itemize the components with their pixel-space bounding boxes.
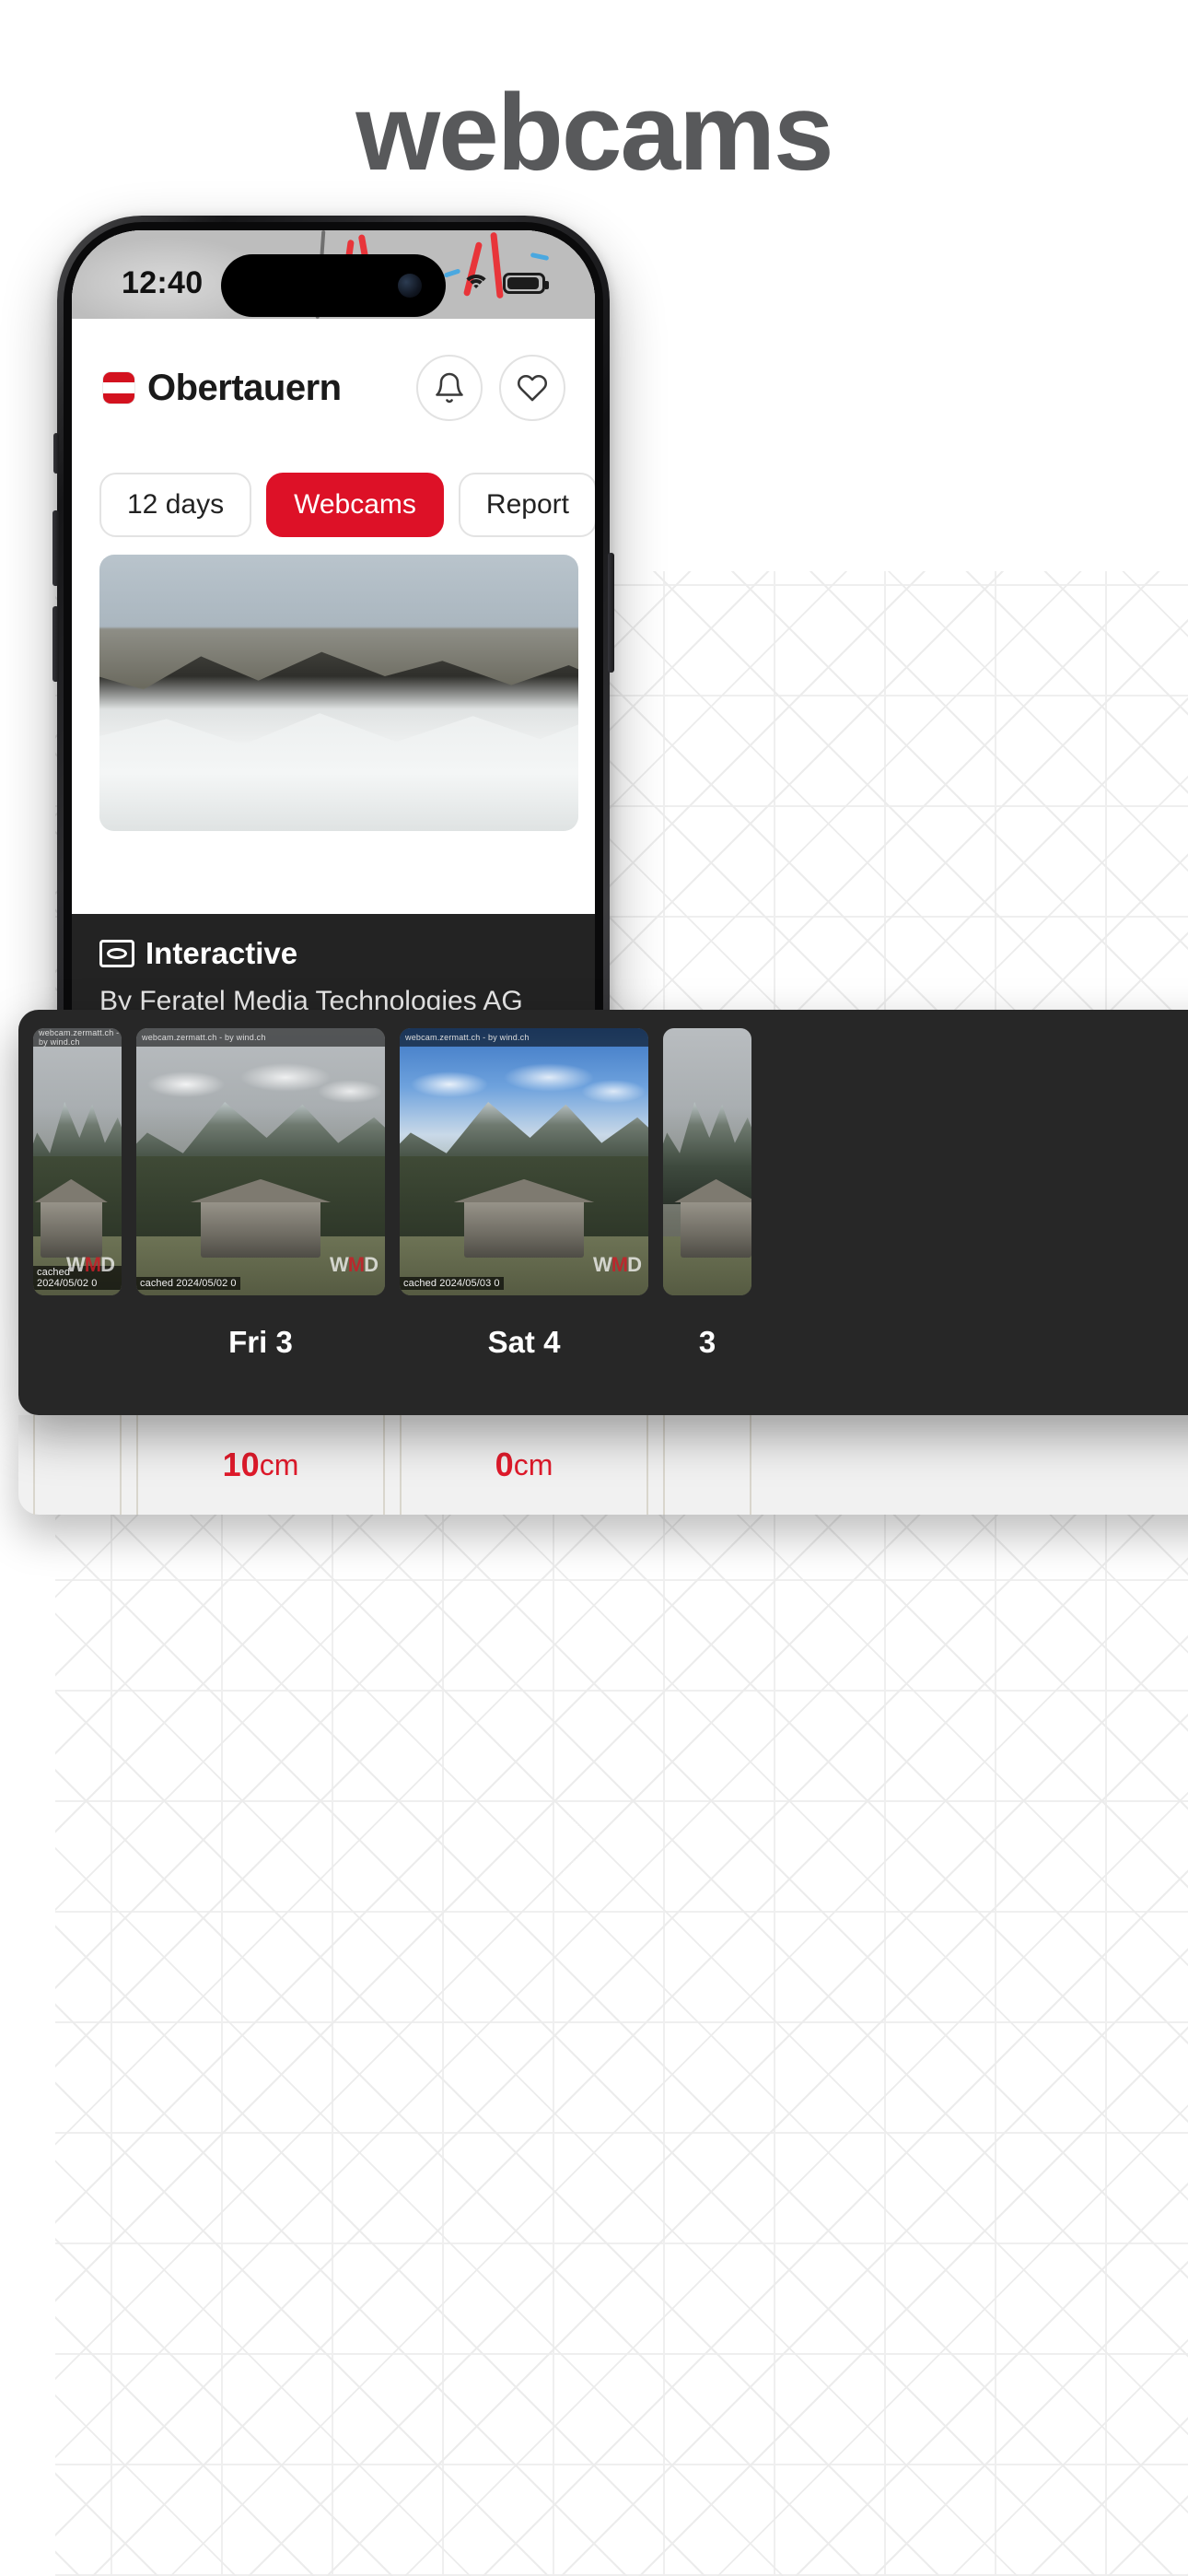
silent-switch[interactable] xyxy=(53,433,59,474)
snow-unit-fri: cm xyxy=(259,1447,299,1481)
wmd-watermark: WMD xyxy=(66,1253,115,1276)
status-time: 12:40 xyxy=(122,264,204,300)
thumb-cached-label: cached 2024/05/03 0 xyxy=(400,1277,504,1290)
austria-flag-icon xyxy=(103,372,134,404)
snow-value-fri: 10 xyxy=(222,1446,260,1483)
header-actions xyxy=(416,355,565,421)
favorite-button[interactable] xyxy=(499,355,565,421)
wmd-watermark: WMD xyxy=(330,1253,379,1276)
status-indicators xyxy=(462,272,549,294)
chip-12-days[interactable]: 12 days xyxy=(99,473,252,537)
dynamic-island xyxy=(221,254,446,317)
thumb-cached-label: cached 2024/05/02 0 xyxy=(136,1277,240,1290)
interactive-title: Interactive xyxy=(146,936,298,970)
chip-webcams[interactable]: Webcams xyxy=(266,473,444,537)
wifi-icon xyxy=(462,273,490,293)
thumb-source-label: webcam.zermatt.ch - by wind.ch xyxy=(33,1028,122,1047)
notifications-button[interactable] xyxy=(416,355,483,421)
bell-icon xyxy=(436,372,463,404)
carousel-thumb-next[interactable] xyxy=(663,1028,751,1295)
snow-cell-fri: 10 cm xyxy=(136,1415,385,1515)
carousel-thumbnails: webcam.zermatt.ch - by wind.ch cached 20… xyxy=(18,1028,1188,1295)
app-header: Obertauern xyxy=(72,319,595,457)
day-label-prev xyxy=(33,1306,122,1378)
heart-icon xyxy=(517,374,548,402)
volume-up-button[interactable] xyxy=(52,510,59,586)
day-label-sat: Sat 4 xyxy=(487,1325,561,1359)
snowfall-row: 10 cm 0 cm xyxy=(18,1415,1188,1515)
snow-value-sat: 0 xyxy=(495,1446,514,1483)
thumb-source-label: webcam.zermatt.ch - by wind.ch xyxy=(400,1028,648,1047)
carousel-thumb-fri[interactable]: webcam.zermatt.ch - by wind.ch cached 20… xyxy=(136,1028,385,1295)
interactive-label-row: Interactive xyxy=(99,936,567,971)
front-camera-icon xyxy=(398,274,422,298)
carousel-thumb-sat[interactable]: webcam.zermatt.ch - by wind.ch cached 20… xyxy=(400,1028,648,1295)
battery-icon xyxy=(503,272,549,294)
wmd-watermark: WMD xyxy=(593,1253,642,1276)
panorama-icon xyxy=(99,940,134,967)
resort-name: Obertauern xyxy=(147,367,342,408)
snow-cell-sat: 0 cm xyxy=(400,1415,648,1515)
carousel-thumb-prev[interactable]: webcam.zermatt.ch - by wind.ch cached 20… xyxy=(33,1028,122,1295)
thumb-source-label: webcam.zermatt.ch - by wind.ch xyxy=(136,1028,385,1047)
webcam-carousel-overlay[interactable]: webcam.zermatt.ch - by wind.ch cached 20… xyxy=(18,1010,1188,1415)
snow-unit-sat: cm xyxy=(513,1447,553,1481)
volume-down-button[interactable] xyxy=(52,606,59,682)
day-label-next: 3 xyxy=(698,1325,716,1359)
day-label-fri: Fri 3 xyxy=(228,1325,293,1359)
power-button[interactable] xyxy=(608,553,614,673)
snow-cell-next xyxy=(663,1415,751,1515)
filter-chips: 12 days Webcams Report Late xyxy=(72,457,595,553)
carousel-day-labels: Fri 3 Sat 4 3 xyxy=(18,1306,1188,1378)
page-title: webcams xyxy=(355,72,833,193)
chip-report[interactable]: Report xyxy=(458,473,595,537)
webcam-hero-image[interactable] xyxy=(99,555,578,831)
snow-cell-prev xyxy=(33,1415,122,1515)
